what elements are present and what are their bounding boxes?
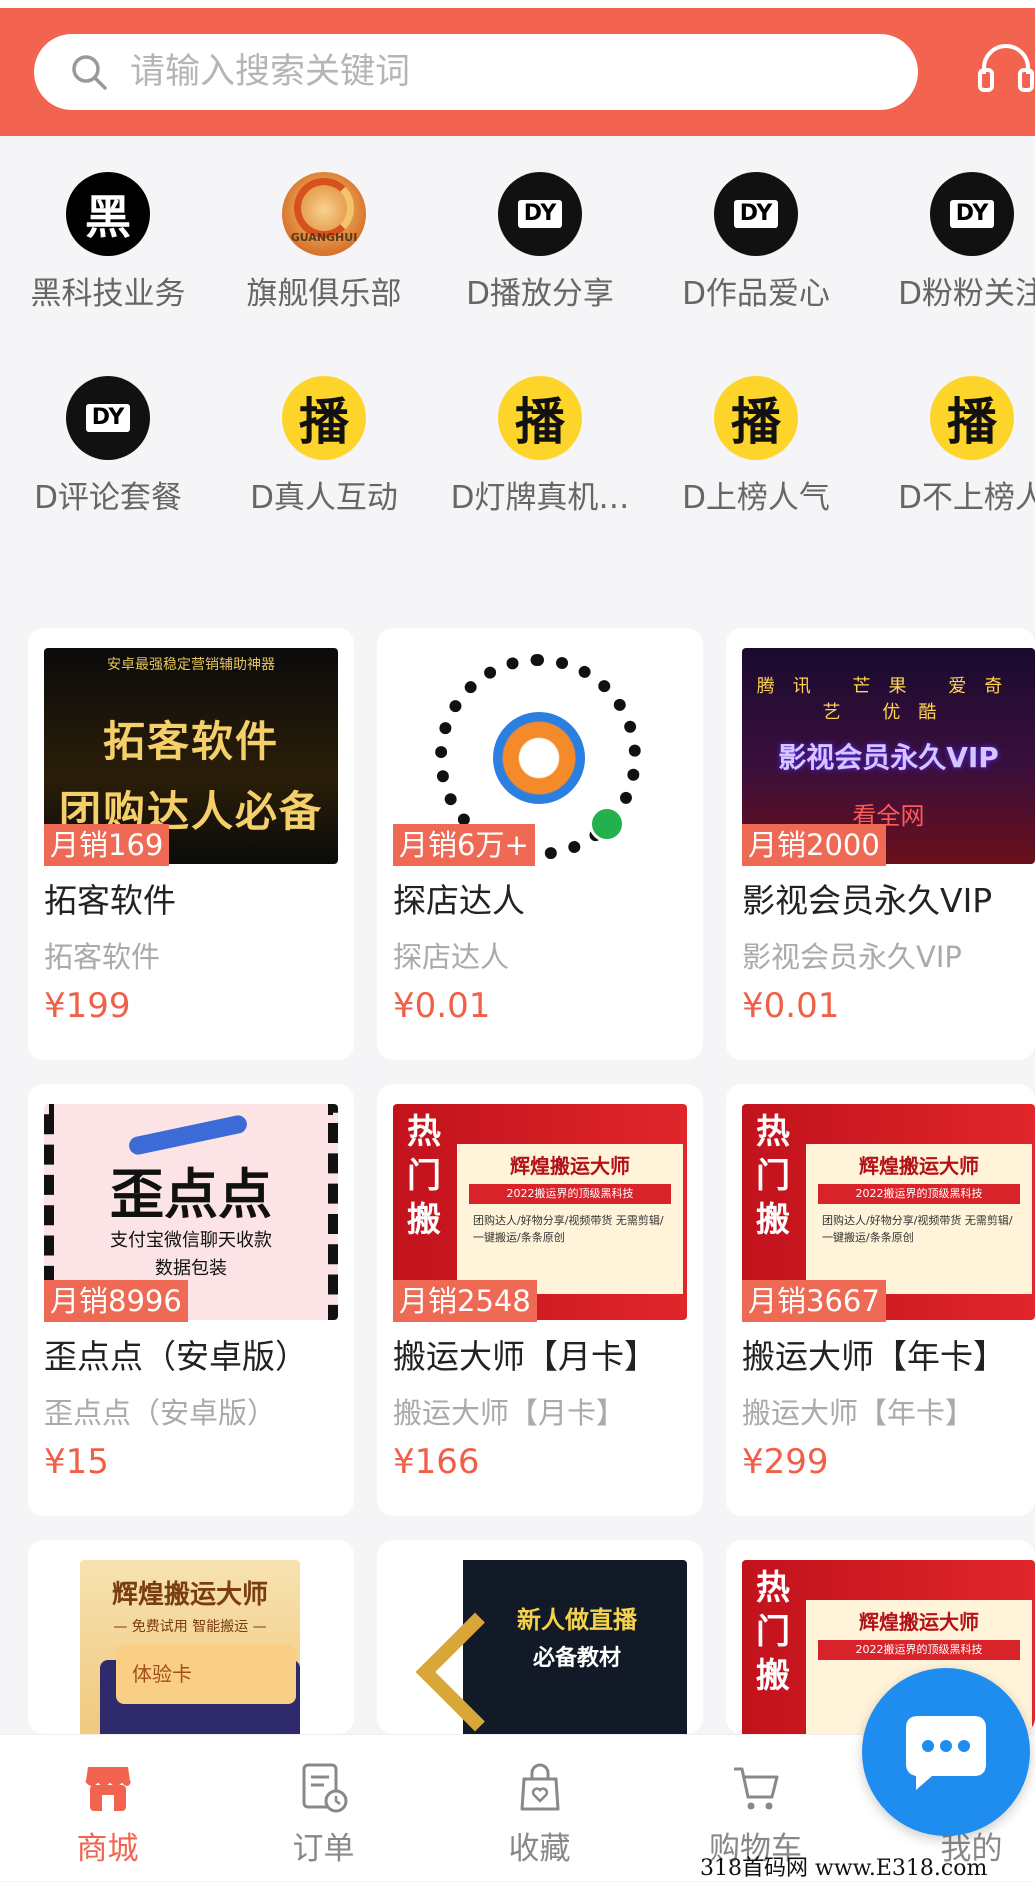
bo-logo-icon: 播 — [498, 376, 582, 460]
product-price: ¥0.01 — [742, 986, 840, 1026]
bo-logo-icon: 播 — [282, 376, 366, 460]
product-card[interactable]: 歪点点 支付宝微信聊天收款 数据包装 月销8996 歪点点（安卓版） 歪点点（安… — [28, 1084, 354, 1516]
product-subtitle: 探店达人 — [393, 940, 510, 974]
sales-badge: 月销2000 — [742, 824, 886, 866]
category-item-comments[interactable]: DY D评论套餐 — [0, 340, 216, 530]
tab-label: 商城 — [76, 1831, 139, 1867]
tab-shop[interactable]: 商城 — [4, 1735, 211, 1881]
product-card[interactable]: 辉煌搬运大师 — 免费试用 智能搬运 — 体验卡 — [28, 1540, 354, 1734]
sales-badge: 月销169 — [44, 824, 170, 866]
product-title: 探店达人 — [393, 881, 525, 920]
product-card[interactable]: 安卓最强稳定营销辅助神器 拓客软件 团购达人必备 月销169 拓客软件 拓客软件… — [28, 628, 354, 1060]
product-subtitle: 歪点点（安卓版） — [44, 1396, 277, 1430]
site-watermark: 318首码网 www.E318.com — [700, 1856, 988, 1881]
search-placeholder: 请输入搜索关键词 — [130, 52, 411, 92]
chat-bubble-icon — [906, 1716, 986, 1790]
product-title: 拓客软件 — [44, 881, 176, 920]
product-card[interactable]: 热门搬 辉煌搬运大师 2022搬运界的顶级黑科技 团购达人/好物分享/视频带货 … — [377, 1084, 703, 1516]
product-card[interactable]: 新人做直播 必备教材 — [377, 1540, 703, 1734]
category-item-flagship[interactable]: GUANGHUI 旗舰俱乐部 — [216, 136, 432, 326]
customer-service-headset-icon[interactable] — [976, 40, 1035, 100]
category-item-play-share[interactable]: DY D播放分享 — [432, 136, 648, 326]
phoenix-logo-icon — [493, 712, 585, 804]
product-title: 搬运大师【年卡】 — [742, 1337, 1006, 1376]
search-icon — [72, 55, 107, 90]
category-item-likes[interactable]: DY D作品爱心 — [648, 136, 864, 326]
mini-program-icon — [589, 806, 625, 842]
product-title: 搬运大师【月卡】 — [393, 1337, 657, 1376]
dy-logo-icon: DY — [930, 172, 1014, 256]
search-input[interactable]: 请输入搜索关键词 — [34, 34, 918, 110]
dy-logo-icon: DY — [714, 172, 798, 256]
bo-logo-icon: 播 — [930, 376, 1014, 460]
category-label: D真人互动 — [250, 480, 398, 516]
product-price: ¥166 — [393, 1442, 480, 1482]
category-label: D灯牌真机… — [450, 480, 630, 516]
sales-badge: 月销3667 — [742, 1280, 886, 1322]
product-image: 新人做直播 必备教材 — [393, 1560, 687, 1734]
hei-logo-icon: 黑 — [66, 172, 150, 256]
category-label: D播放分享 — [466, 276, 614, 312]
sales-badge: 月销2548 — [393, 1280, 537, 1322]
order-icon — [302, 1763, 348, 1813]
product-price: ¥199 — [44, 986, 131, 1026]
product-title: 歪点点（安卓版） — [44, 1337, 308, 1376]
tab-favorites[interactable]: 收藏 — [436, 1735, 643, 1881]
product-price: ¥15 — [44, 1442, 109, 1482]
product-subtitle: 影视会员永久VIP — [742, 940, 962, 974]
sales-badge: 月销6万+ — [393, 824, 535, 866]
sales-badge: 月销8996 — [44, 1280, 188, 1322]
product-card[interactable]: 月销6万+ 探店达人 探店达人 ¥0.01 — [377, 628, 703, 1060]
category-item-interaction[interactable]: 播 D真人互动 — [216, 340, 432, 530]
product-title: 影视会员永久VIP — [742, 881, 993, 920]
product-card[interactable]: 腾讯 芒果 爱奇艺 优酷 影视会员永久VIP 看全网 月销2000 影视会员永久… — [726, 628, 1035, 1060]
header-bar: 请输入搜索关键词 — [0, 0, 1035, 136]
product-image: 辉煌搬运大师 — 免费试用 智能搬运 — 体验卡 — [80, 1560, 300, 1734]
favorite-bag-icon — [520, 1763, 560, 1811]
category-label: 黑科技业务 — [30, 276, 186, 312]
tab-label: 订单 — [292, 1831, 355, 1867]
guanghui-dragon-logo-icon: GUANGHUI — [282, 172, 366, 256]
category-item-followers[interactable]: DY D粉粉关注 — [864, 136, 1035, 326]
tab-label: 收藏 — [508, 1831, 571, 1867]
tab-orders[interactable]: 订单 — [220, 1735, 427, 1881]
category-label: D上榜人气 — [682, 480, 830, 516]
category-label: D粉粉关注 — [898, 276, 1035, 312]
shop-icon — [85, 1767, 131, 1811]
category-item-no-ranking[interactable]: 播 D不上榜人 — [864, 340, 1035, 530]
category-item-ranking[interactable]: 播 D上榜人气 — [648, 340, 864, 530]
category-grid: 黑 黑科技业务 GUANGHUI 旗舰俱乐部 DY D播放分享 DY D作品爱心… — [0, 136, 1035, 606]
cart-icon — [734, 1767, 779, 1810]
status-strip — [0, 0, 1035, 8]
product-subtitle: 搬运大师【月卡】 — [393, 1396, 626, 1430]
category-item-hei[interactable]: 黑 黑科技业务 — [0, 136, 216, 326]
product-subtitle: 拓客软件 — [44, 940, 161, 974]
bo-logo-icon: 播 — [714, 376, 798, 460]
category-label: 旗舰俱乐部 — [246, 276, 402, 312]
category-label: D不上榜人 — [898, 480, 1035, 516]
category-label: D作品爱心 — [682, 276, 830, 312]
product-price: ¥299 — [742, 1442, 829, 1482]
product-price: ¥0.01 — [393, 986, 491, 1026]
category-item-light-badge[interactable]: 播 D灯牌真机… — [432, 340, 648, 530]
product-card[interactable]: 热门搬 辉煌搬运大师 2022搬运界的顶级黑科技 团购达人/好物分享/视频带货 … — [726, 1084, 1035, 1516]
chat-button[interactable] — [862, 1668, 1030, 1836]
dy-logo-icon: DY — [498, 172, 582, 256]
category-label: D评论套餐 — [34, 480, 182, 516]
dy-logo-icon: DY — [66, 376, 150, 460]
product-subtitle: 搬运大师【年卡】 — [742, 1396, 975, 1430]
